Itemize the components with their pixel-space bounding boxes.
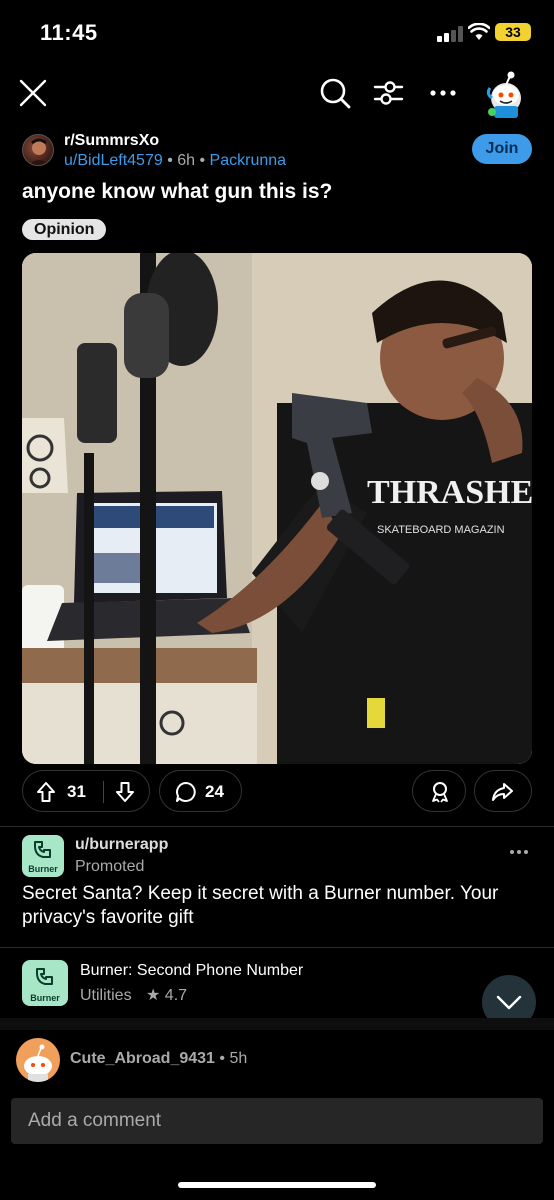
post-header: r/SummrsXo u/BidLeft4579 • 6h • Packrunn… — [22, 130, 532, 180]
phone-icon — [36, 968, 53, 985]
upvote-count: 31 — [67, 782, 86, 801]
upvote-icon[interactable] — [36, 781, 56, 803]
author-flair: Packrunna — [209, 152, 287, 169]
post-actions: 31 24 — [22, 770, 532, 814]
post-image[interactable]: THRASHER SKATEBOARD MAGAZIN — [22, 253, 532, 764]
app-icon-label: Burner — [30, 993, 60, 1003]
downvote-icon[interactable] — [115, 781, 135, 803]
top-bar — [0, 66, 554, 122]
post-title: anyone know what gun this is? — [22, 180, 333, 203]
join-button[interactable]: Join — [472, 134, 532, 164]
phone-icon — [34, 841, 51, 858]
vote-control: 31 — [22, 770, 150, 812]
ad-divider — [0, 947, 554, 948]
app-name[interactable]: Burner: Second Phone Number — [80, 962, 303, 980]
search-icon[interactable] — [318, 76, 352, 110]
app-rating: ★ 4.7 — [146, 987, 188, 1004]
wifi-icon — [468, 23, 490, 40]
ad-avatar[interactable]: Burner — [22, 835, 64, 877]
promoted-label: Promoted — [75, 858, 145, 875]
app-category-text: Utilities — [80, 987, 132, 1004]
shirt-text: THRASHER — [367, 474, 532, 511]
more-icon[interactable] — [508, 842, 530, 862]
app-category: Utilities ★ 4.7 — [80, 985, 187, 1005]
status-time: 11:45 — [40, 20, 98, 45]
subreddit-avatar[interactable] — [22, 134, 54, 166]
commenter-name[interactable]: Cute_Abroad_9431 — [70, 1050, 215, 1067]
close-icon[interactable] — [16, 76, 50, 110]
app-icon[interactable]: Burner — [22, 960, 68, 1006]
meta-dot: • — [219, 1050, 230, 1067]
chevron-down-icon — [496, 995, 522, 1010]
ad-username[interactable]: u/burnerapp — [75, 836, 168, 854]
signal-icon — [437, 26, 465, 42]
comment-age: 5h — [229, 1050, 248, 1067]
comment-composer[interactable] — [11, 1098, 543, 1144]
shirt-subtext: SKATEBOARD MAGAZIN — [377, 524, 505, 536]
share-button[interactable] — [474, 770, 532, 812]
meta-dot: • — [167, 152, 178, 169]
post-meta: u/BidLeft4579 • 6h • Packrunna — [64, 152, 286, 170]
comment-count: 24 — [205, 782, 224, 801]
subreddit-name[interactable]: r/SummrsXo — [64, 132, 159, 150]
battery-indicator: 33 — [495, 23, 531, 41]
more-icon[interactable] — [428, 76, 458, 110]
section-band — [0, 1018, 554, 1030]
share-icon — [492, 783, 513, 801]
post-flair[interactable]: Opinion — [22, 219, 107, 240]
ad-logo-label: Burner — [28, 864, 58, 874]
comments-button[interactable]: 24 — [159, 770, 242, 812]
filter-icon[interactable] — [371, 76, 405, 110]
section-divider — [0, 826, 554, 827]
meta-dot: • — [199, 152, 210, 169]
post-age: 6h — [177, 152, 196, 169]
post-author[interactable]: u/BidLeft4579 — [64, 152, 163, 169]
snoo-avatar-icon[interactable] — [480, 68, 532, 120]
home-indicator[interactable] — [178, 1182, 376, 1188]
commenter-avatar[interactable] — [16, 1038, 60, 1082]
commenter-meta: Cute_Abroad_9431 • 5h — [70, 1050, 247, 1068]
comment-icon — [176, 782, 196, 802]
award-button[interactable] — [412, 770, 466, 812]
status-bar: 11:45 33 — [0, 0, 554, 66]
vote-separator — [103, 781, 104, 803]
ad-body[interactable]: Secret Santa? Keep it secret with a Burn… — [22, 882, 532, 930]
award-icon — [432, 782, 448, 803]
comment-input[interactable] — [11, 1098, 543, 1144]
